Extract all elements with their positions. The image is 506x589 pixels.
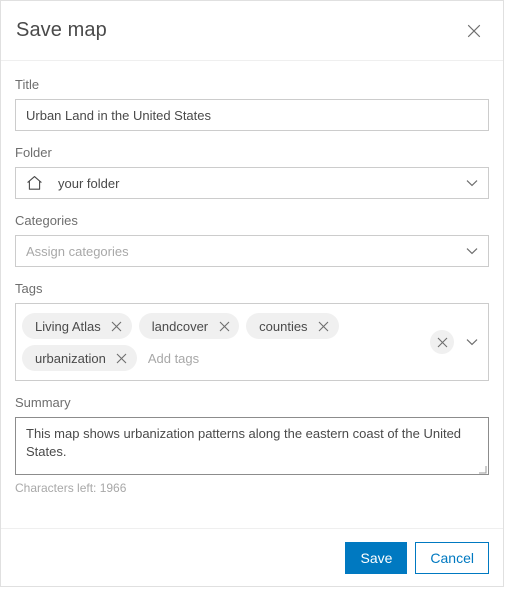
- tags-actions: [430, 330, 484, 354]
- dialog-footer: Save Cancel: [1, 528, 503, 586]
- tag-label: landcover: [151, 318, 209, 334]
- tag-list: Living Atlas landcover counties urbanizatio…: [22, 310, 430, 374]
- close-icon: [466, 23, 482, 39]
- title-label: Title: [15, 77, 40, 92]
- dialog-header: Save map: [1, 1, 503, 61]
- save-button[interactable]: Save: [345, 541, 408, 574]
- categories-label: Categories: [15, 213, 78, 228]
- tags-label: Tags: [15, 281, 43, 296]
- chevron-down-icon: [464, 247, 480, 255]
- categories-placeholder: Assign categories: [26, 243, 129, 259]
- categories-field-group: Categories Assign categories: [15, 211, 489, 267]
- tag-label: counties: [259, 318, 308, 334]
- tag-label: Living Atlas: [35, 318, 101, 334]
- tags-input[interactable]: [143, 345, 426, 371]
- folder-select[interactable]: your folder: [15, 167, 489, 199]
- categories-select[interactable]: Assign categories: [15, 235, 489, 267]
- chevron-down-icon: [464, 179, 480, 187]
- save-map-dialog: Save map Title Urban Land in the United …: [0, 0, 504, 587]
- tag-label: urbanization: [35, 350, 106, 366]
- remove-tag-button[interactable]: [110, 319, 124, 333]
- tags-field-group: Tags Living Atlas landcover counties urbani…: [15, 279, 489, 381]
- summary-field-group: Summary Characters left: 1966: [15, 393, 489, 495]
- close-icon: [437, 337, 447, 347]
- remove-tag-button[interactable]: [115, 351, 129, 365]
- tags-input-container[interactable]: Living Atlas landcover counties urbanizatio…: [15, 303, 489, 381]
- folder-value: your folder: [58, 175, 120, 191]
- cancel-button[interactable]: Cancel: [415, 541, 489, 574]
- characters-left-text: Characters left: 1966: [15, 481, 127, 495]
- close-button[interactable]: [461, 18, 487, 44]
- remove-tag-button[interactable]: [317, 319, 331, 333]
- tag-pill: Living Atlas: [22, 313, 132, 339]
- dialog-body: Title Urban Land in the United States Fo…: [1, 61, 503, 528]
- summary-label: Summary: [15, 395, 71, 410]
- chevron-down-icon[interactable]: [464, 338, 480, 346]
- tag-pill: counties: [246, 313, 339, 339]
- remove-tag-button[interactable]: [217, 319, 231, 333]
- tag-pill: landcover: [138, 313, 240, 339]
- folder-label: Folder: [15, 145, 52, 160]
- summary-textarea[interactable]: [15, 417, 489, 475]
- home-icon: [26, 175, 46, 191]
- page-title: Save map: [16, 19, 107, 41]
- summary-wrapper: [15, 417, 489, 475]
- tag-pill: urbanization: [22, 345, 137, 371]
- title-input[interactable]: Urban Land in the United States: [15, 99, 489, 131]
- title-field-group: Title Urban Land in the United States: [15, 75, 489, 131]
- folder-field-group: Folder your folder: [15, 143, 489, 199]
- clear-tags-button[interactable]: [430, 330, 454, 354]
